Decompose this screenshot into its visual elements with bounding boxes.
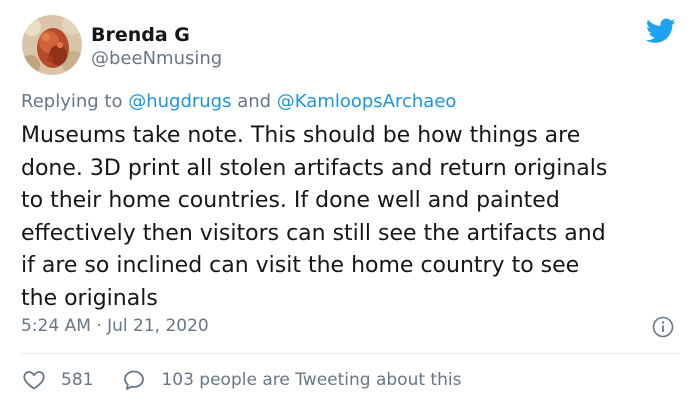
tweet-text-line: Museums take note. This should be how th…: [21, 123, 581, 148]
like-count: 581: [61, 370, 94, 390]
display-name[interactable]: Brenda G: [91, 24, 190, 46]
tweet-text: Museums take note. This should be how th…: [21, 120, 681, 315]
mention-link-kamloopsarchaeo[interactable]: @KamloopsArchaeo: [277, 91, 457, 112]
tweet-text-line: to their home countries. If done well an…: [21, 188, 560, 213]
twitter-bird-icon[interactable]: [646, 18, 676, 44]
engagement-bar: 581 103 people are Tweeting about this: [22, 367, 461, 393]
avatar-image: [22, 15, 82, 75]
conversation-count-label: 103 people are Tweeting about this: [161, 370, 462, 390]
tweet-timestamp[interactable]: 5:24 AM · Jul 21, 2020: [21, 315, 209, 337]
tweet-text-line: effectively then visitors can still see …: [21, 220, 606, 246]
reply-joiner: and: [231, 91, 277, 112]
user-handle[interactable]: @beeNmusing: [91, 48, 222, 70]
reply-prefix: Replying to: [21, 91, 129, 112]
tweet-text-line: done. 3D print all stolen artifacts and …: [21, 155, 608, 181]
info-circle-icon[interactable]: [652, 316, 674, 338]
tweet-text-line: the originals: [21, 285, 158, 311]
like-button[interactable]: 581: [22, 368, 122, 392]
avatar[interactable]: [22, 15, 82, 75]
conversation-link[interactable]: 103 people are Tweeting about this: [122, 368, 461, 392]
heart-icon: [23, 371, 45, 390]
tweet-text-line: if are so inclined can visit the home co…: [21, 253, 580, 278]
tweet-card: Brenda G @beeNmusing Replying to @hugdru…: [0, 0, 700, 406]
reply-context: Replying to @hugdrugs and @KamloopsArcha…: [21, 90, 456, 114]
speech-bubble-icon: [124, 370, 145, 390]
mention-link-hugdrugs[interactable]: @hugdrugs: [128, 91, 231, 112]
divider: [21, 353, 679, 354]
